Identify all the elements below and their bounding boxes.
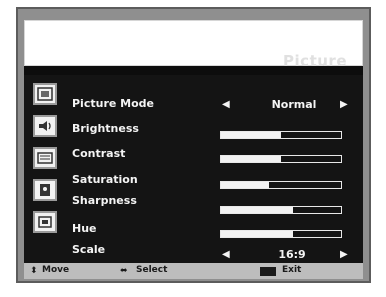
saturation-label: Saturation — [72, 173, 138, 186]
footer-hint-bar: ⬍ Move ⬌ Select Exit — [24, 263, 363, 279]
move-updown-icon: ⬍ — [30, 266, 38, 276]
picture-mode-left-arrow-icon[interactable]: ◀ — [222, 99, 230, 111]
saturation-slider[interactable] — [220, 181, 342, 189]
sharpness-label: Sharpness — [72, 194, 137, 207]
sharpness-slider[interactable] — [220, 206, 342, 214]
menu-title: Picture — [283, 52, 347, 70]
brightness-slider-fill — [221, 132, 281, 138]
brightness-label: Brightness — [72, 122, 139, 135]
picture-mode-value[interactable]: Normal — [254, 98, 334, 112]
sharpness-slider-fill — [221, 207, 293, 213]
picture-mode-icon[interactable] — [33, 83, 57, 105]
setup-icon[interactable] — [33, 211, 57, 233]
saturation-slider-fill — [221, 182, 269, 188]
select-leftright-icon: ⬌ — [120, 266, 128, 276]
hue-slider[interactable] — [220, 230, 342, 238]
footer-move-label: Move — [42, 265, 70, 275]
contrast-label: Contrast — [72, 147, 126, 160]
scale-label: Scale — [72, 243, 106, 256]
scale-left-arrow-icon[interactable]: ◀ — [222, 249, 230, 261]
menu-key-icon — [260, 267, 276, 276]
footer-exit-label: Exit — [282, 265, 302, 275]
picture-mode-right-arrow-icon[interactable]: ▶ — [340, 99, 348, 111]
osd-menu-window: Picture Picture Mode ◀ Normal ▶ Brightne… — [16, 7, 371, 283]
brightness-slider[interactable] — [220, 131, 342, 139]
contrast-slider[interactable] — [220, 155, 342, 163]
picture-mode-label: Picture Mode — [72, 97, 154, 110]
scale-right-arrow-icon[interactable]: ▶ — [340, 249, 348, 261]
contrast-slider-fill — [221, 156, 281, 162]
sound-icon[interactable] — [33, 115, 57, 137]
menu-panel: Picture Mode ◀ Normal ▶ Brightness Contr… — [24, 75, 363, 263]
hue-slider-fill — [221, 231, 293, 237]
footer-select-label: Select — [136, 265, 168, 275]
hue-label: Hue — [72, 222, 97, 235]
scale-value[interactable]: 16:9 — [252, 248, 332, 262]
channel-icon[interactable] — [33, 147, 57, 169]
function-icon[interactable] — [33, 179, 57, 201]
